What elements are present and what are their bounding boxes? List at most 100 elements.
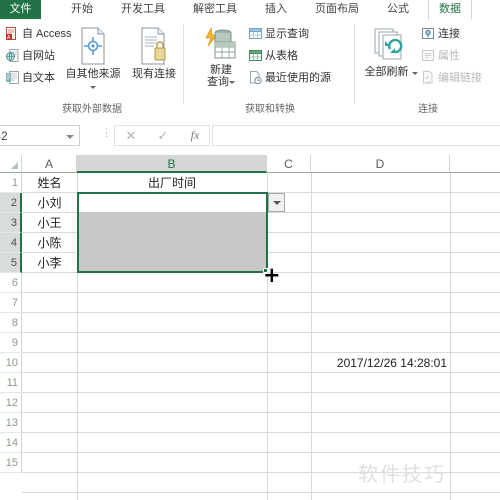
tab-data[interactable]: 数据 — [428, 0, 472, 20]
row-header-8[interactable]: 8 — [0, 313, 22, 333]
tab-file[interactable]: 文件 — [0, 0, 41, 19]
column-header-c[interactable]: C — [267, 155, 311, 173]
chevron-down-icon[interactable] — [66, 135, 74, 139]
column-header-a[interactable]: A — [22, 155, 77, 173]
ribbon-group-get-external-data: A 自 Access 自网站 自文本 自其他来源 现有连接 获取外部数据 — [0, 19, 184, 117]
from-table-button[interactable]: 从表格 — [249, 47, 298, 63]
gridline — [267, 173, 268, 500]
globe-icon — [6, 48, 19, 62]
existing-connections-label: 现有连接 — [132, 68, 176, 80]
row-header-6[interactable]: 6 — [0, 273, 22, 293]
from-other-sources-label: 自其他来源 — [65, 68, 121, 80]
chevron-down-icon[interactable] — [90, 85, 96, 89]
tab-developer[interactable]: 开发工具 — [112, 0, 174, 19]
ribbon-tab-bar: 文件 开始 开发工具 解密工具 插入 页面布局 公式 数据 — [0, 0, 500, 20]
gridline — [22, 272, 500, 273]
new-query-icon — [203, 26, 239, 64]
tab-insert[interactable]: 插入 — [256, 0, 296, 19]
row-header-15[interactable]: 15 — [0, 453, 22, 473]
row-header-7[interactable]: 7 — [0, 293, 22, 313]
row-header-9[interactable]: 9 — [0, 333, 22, 353]
column-header-b[interactable]: B — [77, 155, 267, 173]
edit-links-label: 编辑链接 — [438, 72, 482, 84]
column-header-e[interactable] — [450, 155, 500, 173]
connections-icon — [422, 27, 435, 40]
watermark-text: 软件技巧 — [358, 464, 446, 486]
group-label-connections: 连接 — [418, 104, 438, 115]
cell-D10[interactable]: 2017/12/26 14:28:01 — [311, 353, 450, 373]
from-web-button[interactable]: 自网站 — [6, 47, 55, 63]
data-validation-dropdown[interactable] — [268, 193, 285, 212]
properties-button: 属性 — [422, 47, 460, 63]
tab-home[interactable]: 开始 — [62, 0, 102, 19]
active-cell-B2[interactable] — [79, 194, 266, 212]
worksheet-grid[interactable]: A B C D 1 2 3 4 5 6 7 8 9 10 11 12 13 14… — [0, 155, 500, 500]
row-header-12[interactable]: 12 — [0, 393, 22, 413]
group-separator — [354, 24, 355, 104]
from-text-button[interactable]: 自文本 — [6, 69, 55, 85]
formula-bar-grip[interactable]: ⋮ — [101, 128, 112, 142]
name-box-value: B2 — [0, 129, 8, 143]
other-sources-icon — [76, 27, 110, 68]
connections-button[interactable]: 连接 — [422, 25, 460, 41]
gridline — [22, 432, 500, 433]
new-query-label-line1: 新建 — [210, 64, 232, 76]
cell-A4[interactable]: 小陈 — [22, 233, 77, 253]
row-header-5[interactable]: 5 — [0, 253, 22, 273]
tab-decrypt-tools[interactable]: 解密工具 — [184, 0, 246, 19]
existing-connections-icon — [138, 27, 170, 68]
properties-label: 属性 — [438, 50, 460, 62]
row-header-1[interactable]: 1 — [0, 173, 22, 193]
from-table-icon — [249, 49, 262, 62]
cell-A5[interactable]: 小李 — [22, 253, 77, 273]
gridline — [22, 492, 500, 493]
gridline — [450, 173, 451, 500]
new-query-button[interactable]: 新建 查询 — [199, 26, 243, 88]
row-header-14[interactable]: 14 — [0, 433, 22, 453]
column-header-d[interactable]: D — [311, 155, 450, 173]
confirm-formula-button[interactable]: ✓ — [147, 126, 179, 145]
tab-page-layout[interactable]: 页面布局 — [306, 0, 368, 19]
cell-A2[interactable]: 小刘 — [22, 193, 77, 213]
connections-label: 连接 — [438, 28, 460, 40]
properties-icon — [422, 49, 435, 62]
cancel-formula-button[interactable]: ✕ — [115, 126, 147, 145]
row-header-11[interactable]: 11 — [0, 373, 22, 393]
gridline — [22, 392, 500, 393]
edit-links-button: 编辑链接 — [422, 69, 482, 85]
select-all-corner[interactable] — [0, 155, 22, 173]
recent-sources-button[interactable]: 最近使用的源 — [249, 69, 331, 85]
row-header-2[interactable]: 2 — [0, 193, 22, 213]
fill-cursor-icon: + — [263, 263, 281, 287]
row-header-3[interactable]: 3 — [0, 213, 22, 233]
gridline — [311, 173, 312, 500]
cell-B1[interactable]: 出厂时间 — [77, 173, 267, 193]
chevron-down-icon[interactable] — [229, 80, 235, 84]
existing-connections-button[interactable]: 现有连接 — [128, 27, 180, 80]
text-file-icon — [6, 70, 19, 84]
chevron-down-icon[interactable] — [411, 71, 418, 75]
row-header-13[interactable]: 13 — [0, 413, 22, 433]
ribbon-group-get-transform: 新建 查询 显示查询 从表格 最近使用的源 获取和转换 — [185, 19, 355, 117]
row-header-4[interactable]: 4 — [0, 233, 22, 253]
show-queries-button[interactable]: 显示查询 — [249, 25, 309, 41]
cell-A3[interactable]: 小王 — [22, 213, 77, 233]
name-box[interactable]: B2 — [0, 125, 80, 146]
show-queries-label: 显示查询 — [265, 28, 309, 40]
refresh-all-icon — [373, 28, 409, 66]
tab-formulas[interactable]: 公式 — [378, 0, 418, 19]
cell-A1[interactable]: 姓名 — [22, 173, 77, 193]
from-table-label: 从表格 — [265, 50, 298, 62]
refresh-all-button[interactable]: 全部刷新 — [364, 27, 418, 78]
from-other-sources-button[interactable]: 自其他来源 — [62, 27, 124, 92]
gridline — [22, 332, 500, 333]
insert-function-button[interactable]: fx — [179, 126, 211, 145]
refresh-all-label: 全部刷新 — [364, 66, 409, 78]
formula-input[interactable] — [212, 125, 500, 146]
recent-sources-icon — [249, 70, 262, 84]
ribbon-body: A 自 Access 自网站 自文本 自其他来源 现有连接 获取外部数据 新建 … — [0, 19, 500, 118]
row-header-10[interactable]: 10 — [0, 353, 22, 373]
formula-bar-buttons: ✕ ✓ fx — [114, 125, 210, 146]
edit-links-icon — [422, 70, 435, 84]
group-label-get-external-data: 获取外部数据 — [62, 104, 122, 115]
